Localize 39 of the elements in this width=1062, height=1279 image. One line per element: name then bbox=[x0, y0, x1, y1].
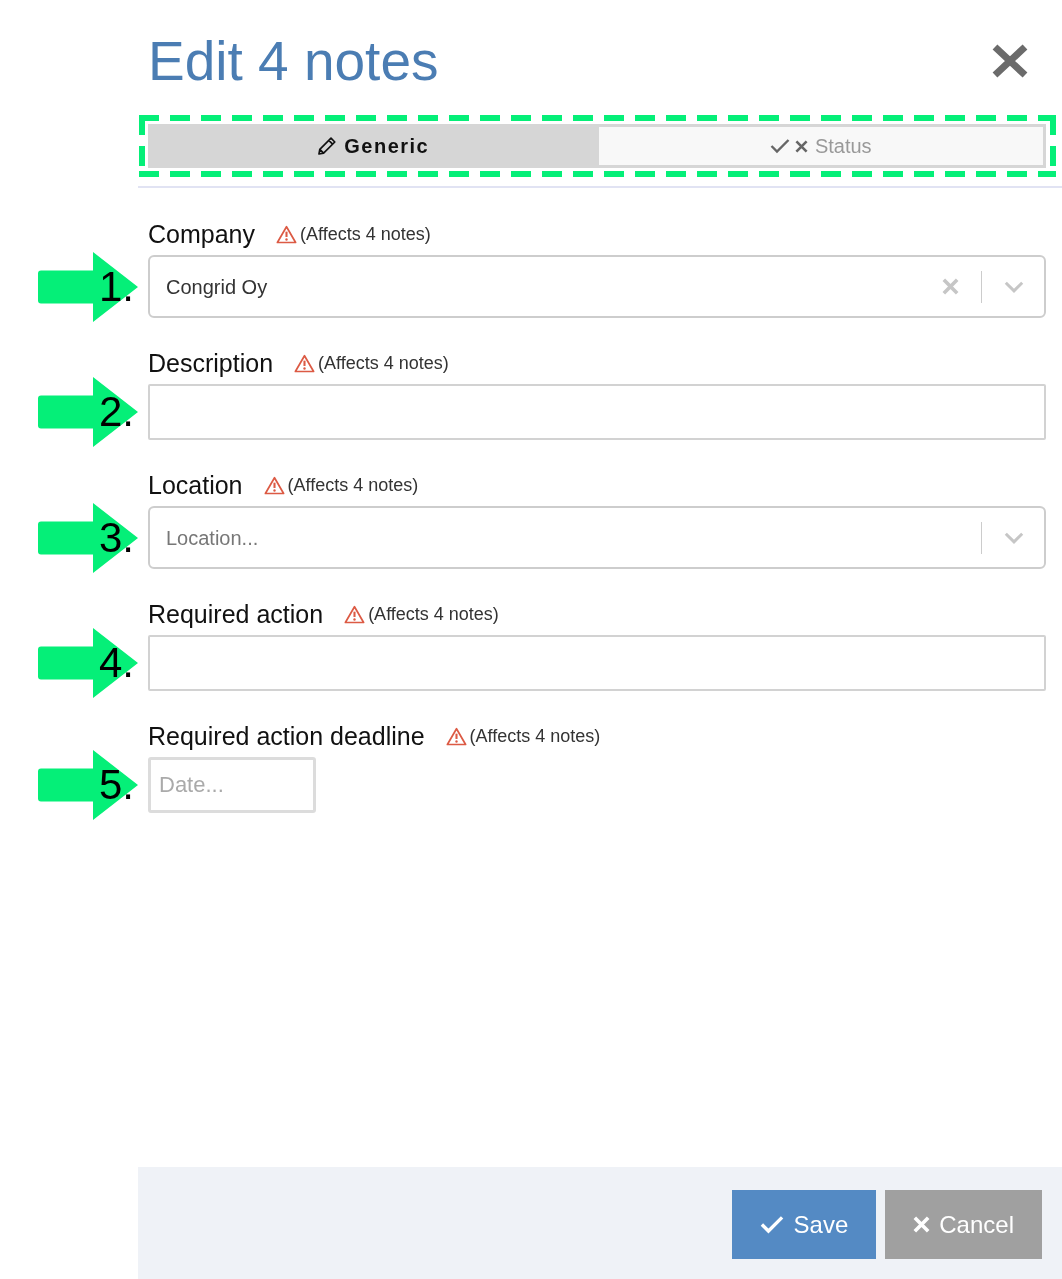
close-icon bbox=[991, 43, 1029, 79]
annotation-number: 1. bbox=[98, 265, 134, 308]
field-label: Description bbox=[148, 348, 274, 378]
annotation-number: 4. bbox=[98, 642, 134, 684]
tab[interactable]: Status bbox=[598, 127, 1043, 165]
close-button[interactable] bbox=[991, 43, 1029, 79]
field-label: Company bbox=[148, 219, 255, 249]
warning-message: (Affects 4 notes) bbox=[318, 352, 449, 374]
pencil-icon bbox=[317, 136, 338, 156]
warning-message: (Affects 4 notes) bbox=[469, 725, 601, 747]
warning-message: (Affects 4 notes) bbox=[368, 603, 499, 625]
text-field[interactable] bbox=[148, 635, 1046, 691]
chevron-down-icon[interactable] bbox=[1004, 531, 1024, 544]
annotation-number: 5. bbox=[98, 764, 134, 806]
field-label: Location bbox=[148, 470, 243, 500]
chevron-down-icon[interactable] bbox=[1004, 280, 1024, 293]
select-field[interactable]: Location... bbox=[148, 506, 1046, 569]
cancel-button[interactable]: Cancel bbox=[885, 1190, 1042, 1259]
cross-icon bbox=[794, 139, 808, 153]
cross-icon bbox=[913, 1216, 931, 1233]
warning-icon bbox=[344, 604, 366, 624]
field-label: Required action deadline bbox=[148, 721, 425, 751]
warning-message: (Affects 4 notes) bbox=[287, 474, 419, 496]
text-field[interactable] bbox=[148, 384, 1046, 440]
annotation-number: 3. bbox=[98, 516, 134, 559]
check-icon bbox=[769, 138, 790, 154]
warning-icon bbox=[276, 224, 297, 244]
select-field[interactable]: Congrid Oy bbox=[148, 255, 1046, 318]
save-button[interactable]: Save bbox=[731, 1190, 877, 1259]
warning-icon bbox=[445, 726, 467, 746]
warning-icon bbox=[294, 353, 316, 373]
field-label: Required action bbox=[148, 599, 324, 629]
clear-icon[interactable] bbox=[942, 278, 959, 295]
annotation-number: 2. bbox=[98, 391, 134, 433]
warning-message: (Affects 4 notes) bbox=[300, 223, 431, 245]
date-field[interactable]: Date... bbox=[148, 757, 316, 813]
warning-icon bbox=[263, 475, 285, 495]
dialog-title: Edit 4 notes bbox=[148, 29, 439, 94]
check-icon bbox=[759, 1215, 784, 1234]
